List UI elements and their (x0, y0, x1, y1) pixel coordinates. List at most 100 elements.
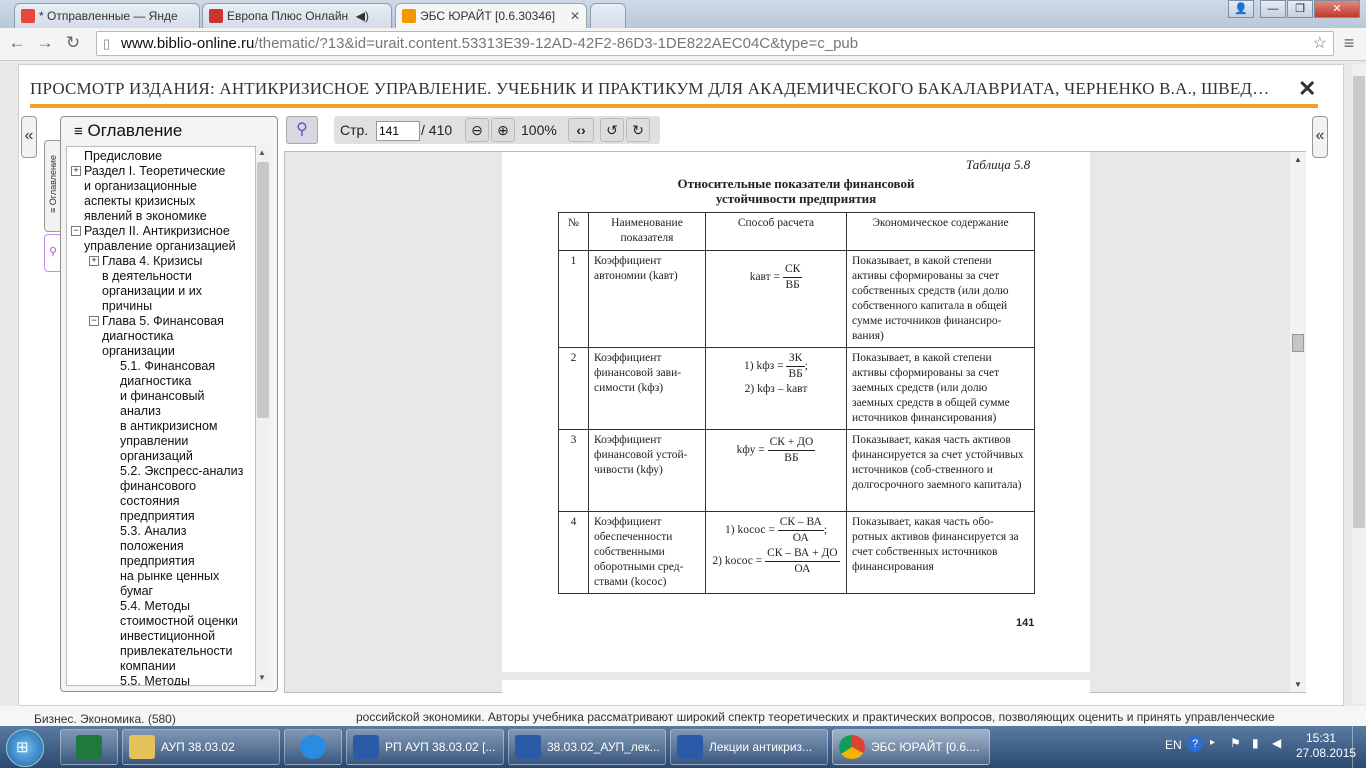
show-desktop-button[interactable] (1352, 726, 1366, 768)
europa-plus-icon (209, 9, 223, 23)
scroll-down-icon[interactable]: ▼ (258, 673, 266, 682)
taskbar-word-2[interactable]: 38.03.02_АУП_лек... (508, 729, 666, 765)
maximize-button[interactable]: ❐ (1287, 0, 1313, 18)
scroll-down-icon[interactable]: ▼ (1294, 680, 1302, 689)
tab-europa-plus[interactable]: Европа Плюс Онлайн ◀) (202, 3, 392, 28)
zoom-in-icon: ⊕ (497, 122, 509, 138)
toc-item-5-2[interactable]: 5.2. Экспресс-анализ финансового состоян… (120, 464, 243, 524)
page-scrollbar[interactable] (1352, 64, 1366, 704)
search-button[interactable]: ⚲ (286, 116, 318, 144)
tab-urait[interactable]: ЭБС ЮРАЙТ [0.6.30346] ✕ (395, 3, 587, 28)
address-bar[interactable]: ▯ www.biblio-online.ru/thematic/?13&id=u… (96, 31, 1334, 56)
formula-cell: kавт = СК ВБ (705, 250, 847, 348)
fit-width-icon: ‹› (576, 122, 586, 138)
document-scrollbar[interactable]: ▲ ▼ (1290, 152, 1306, 692)
taskbar-word-3[interactable]: Лекции антикриз... (670, 729, 828, 765)
reload-icon[interactable]: ↻ (62, 32, 84, 54)
page-label: Стр. (340, 122, 369, 138)
toc-item-chapter-5[interactable]: Глава 5. Финансовая диагностика организа… (102, 314, 224, 359)
chrome-icon (839, 735, 865, 759)
tab-yandex-mail[interactable]: * Отправленные — Янде (14, 3, 200, 28)
table-row: 4 Коэффициент обеспеченности собственным… (558, 511, 1035, 594)
language-indicator[interactable]: EN (1165, 738, 1182, 752)
back-arrow-icon[interactable]: ← (6, 32, 28, 54)
start-button[interactable]: ⊞ (6, 729, 44, 767)
formula-cell: 1) kфз = ЗК ВБ; 2) kфз – kавт (705, 347, 847, 430)
bookmark-star-icon[interactable]: ☆ (1313, 32, 1327, 55)
toc-item-chapter-4[interactable]: Глава 4. Кризисы в деятельности организа… (102, 254, 202, 314)
scroll-up-icon[interactable]: ▲ (258, 148, 266, 157)
collapse-icon[interactable]: − (71, 226, 81, 236)
toc-item-5-5[interactable]: 5.5. Методы (120, 674, 190, 685)
help-icon[interactable]: ? (1187, 736, 1203, 752)
menu-icon[interactable]: ≡ (1338, 32, 1360, 54)
collapse-icon[interactable]: − (89, 316, 99, 326)
toc-item-preface[interactable]: Предисловие (84, 149, 162, 164)
urait-icon (402, 9, 416, 23)
taskbar-folder[interactable]: АУП 38.03.02 (122, 729, 280, 765)
taskbar-word-1[interactable]: РП АУП 38.03.02 [... (346, 729, 504, 765)
table-caption: Таблица 5.8 (966, 157, 1031, 172)
flag-icon[interactable]: ⚑ (1230, 736, 1241, 750)
forward-arrow-icon[interactable]: → (34, 32, 56, 54)
close-reader-button[interactable]: ✕ (1298, 76, 1316, 102)
audio-icon: ◀) (355, 9, 369, 23)
header-cell: № (558, 212, 589, 251)
formula-cell: kфу = СК + ДО ВБ (705, 429, 847, 512)
header-cell: Экономическое содержание (846, 212, 1035, 251)
toc-item-5-1[interactable]: 5.1. Финансовая диагностика и финансовый… (120, 359, 218, 464)
window-close-button[interactable]: ✕ (1314, 0, 1360, 18)
publication-title: ПРОСМОТР ИЗДАНИЯ: АНТИКРИЗИСНОЕ УПРАВЛЕН… (30, 79, 1270, 98)
zoom-level: 100% (521, 122, 557, 138)
expand-icon[interactable]: + (71, 166, 81, 176)
toc-item-5-4[interactable]: 5.4. Методы стоимостной оценки инвестици… (120, 599, 238, 674)
excel-icon (76, 735, 102, 759)
page-total: / 410 (421, 122, 453, 138)
word-icon (677, 735, 703, 759)
expand-sidebar-button[interactable]: « (1312, 116, 1328, 158)
page-footer-strip: Бизнес. Экономика. (580) российской экон… (0, 706, 1366, 726)
fit-width-button[interactable]: ‹› (568, 118, 594, 142)
taskbar-ie[interactable] (284, 729, 342, 765)
minimize-button[interactable]: — (1260, 0, 1286, 18)
zoom-out-button[interactable]: ⊖ (465, 118, 489, 142)
user-icon[interactable]: 👤 (1228, 0, 1254, 18)
page-icon: ▯ (103, 36, 111, 51)
internet-explorer-icon (300, 735, 326, 759)
browser-toolbar: ← → ↻ ▯ www.biblio-online.ru/thematic/?1… (0, 28, 1366, 61)
expand-icon[interactable]: + (89, 256, 99, 266)
clock[interactable]: 15:31 27.08.2015 (1296, 731, 1356, 761)
table-row: 1 Коэффициент автономии (kавт) kавт = СК… (558, 250, 1035, 348)
header-cell: Способ расчета (705, 212, 847, 251)
toc-title: ≡ Оглавление (74, 121, 183, 140)
page-scroll-thumb[interactable] (1353, 76, 1365, 528)
tab-close-icon[interactable]: ✕ (570, 4, 580, 28)
new-tab-button[interactable] (590, 3, 626, 28)
rotate-left-button[interactable]: ↺ (600, 118, 624, 142)
document-scroll-thumb[interactable] (1292, 334, 1304, 352)
toc-scrollbar[interactable]: ▲ ▼ (256, 146, 270, 686)
next-document-page (502, 680, 1090, 693)
toc-item-5-3[interactable]: 5.3. Анализ положения предприятия на рын… (120, 524, 219, 599)
table-row: 2 Коэффициент финансовой зави-симости (k… (558, 347, 1035, 430)
financial-stability-table: № Наименование показателя Способ расчета… (558, 212, 1035, 594)
collapse-sidebar-button[interactable]: « (21, 116, 37, 158)
tray-chevron-icon[interactable]: ▸ (1210, 737, 1215, 748)
page-number-input[interactable] (376, 121, 420, 141)
rotate-right-button[interactable]: ↻ (626, 118, 650, 142)
taskbar-chrome[interactable]: ЭБС ЮРАЙТ [0.6.... (832, 729, 990, 765)
volume-icon[interactable]: ◀ (1272, 736, 1281, 750)
zoom-in-button[interactable]: ⊕ (491, 118, 515, 142)
rotate-left-icon: ↺ (606, 122, 618, 138)
scroll-up-icon[interactable]: ▲ (1294, 155, 1302, 164)
network-icon[interactable]: ▮ (1252, 736, 1259, 750)
toc-item-section-1[interactable]: Раздел I. Теоретические и организационны… (84, 164, 225, 224)
toc-menu-icon: ≡ (74, 123, 83, 140)
toc-item-section-2[interactable]: Раздел II. Антикризисное управление орга… (84, 224, 236, 254)
taskbar-excel[interactable] (60, 729, 118, 765)
toc-scroll-thumb[interactable] (257, 162, 269, 418)
yandex-mail-icon (21, 9, 35, 23)
magnifier-icon: ⚲ (296, 121, 308, 138)
header-accent-line (30, 104, 1318, 108)
zoom-out-icon: ⊖ (471, 122, 483, 138)
